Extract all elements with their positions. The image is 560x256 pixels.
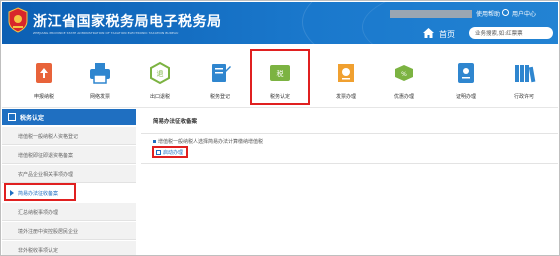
tax-recognition-icon: 税 <box>270 65 290 81</box>
svg-text:%: % <box>401 71 407 78</box>
printer-icon <box>90 63 110 84</box>
section-divider <box>2 107 558 108</box>
sidebar-item-agricultural[interactable]: 农产品企业相关事项办理 <box>2 165 136 183</box>
menu-item-export-refund[interactable]: 退 出口退税 <box>130 51 190 105</box>
menu-item-certificate[interactable]: 证明办理 <box>436 51 496 105</box>
home-link[interactable]: 首页 <box>439 29 455 40</box>
site-header: 浙江省国家税务局电子税务局 ZHEJIANG PROVINCE STATE AD… <box>2 2 558 44</box>
menu-item-tax-registration[interactable]: 税务登记 <box>190 51 250 105</box>
sidebar-item-non-foreign[interactable]: 非外税收事项认定 <box>2 241 136 255</box>
sidebar-item-simplified-levy[interactable]: 简易办法征收备案 <box>4 183 76 201</box>
sidebar-item-immediate-refund[interactable]: 增值税即征即退资格备案 <box>2 146 136 164</box>
menu-item-online-invoice[interactable]: 网络发票 <box>70 51 130 105</box>
site-title: 浙江省国家税务局电子税务局 <box>33 14 222 30</box>
svg-text:退: 退 <box>157 69 164 78</box>
menu-item-admin-license[interactable]: 行政许可 <box>494 51 554 105</box>
sidebar-item-consolidated[interactable]: 汇总纳税事项办理 <box>2 203 136 221</box>
search-input[interactable]: 业务搜索,如:红票票 <box>469 27 553 39</box>
certificate-icon <box>458 63 474 83</box>
browser-frame: 浙江省国家税务局电子税务局 ZHEJIANG PROVINCE STATE AD… <box>0 0 560 256</box>
tax-declaration-icon <box>36 63 52 83</box>
menu-item-invoice-handling[interactable]: 发票办理 <box>316 51 376 105</box>
page-title: 简易办法征收备案 <box>153 119 198 125</box>
registration-icon <box>212 64 231 82</box>
menu-item-tax-recognition[interactable]: 税 税务认定 <box>250 49 310 105</box>
user-icon[interactable] <box>502 9 509 16</box>
main-content: 简易办法征收备案 增值税一般纳税人选择简易办法计算缴纳增值税 启动办理 <box>141 109 558 255</box>
edit-icon <box>156 150 161 155</box>
title-divider <box>141 133 558 134</box>
export-refund-icon: 退 <box>150 61 170 85</box>
tax-emblem-icon <box>8 7 28 33</box>
user-name-redacted <box>390 10 472 18</box>
home-icon[interactable] <box>423 28 434 38</box>
user-center-link[interactable]: 用户中心 <box>512 9 536 18</box>
arrow-right-icon <box>10 190 14 196</box>
search-placeholder: 业务搜索,如:红票票 <box>475 31 523 37</box>
content-divider <box>141 163 558 164</box>
notice-text: 增值税一般纳税人选择简易办法计算缴纳增值税 <box>158 139 264 145</box>
discount-icon: % <box>395 65 413 81</box>
start-processing-button[interactable]: 启动办理 <box>152 146 188 158</box>
menu-item-tax-declaration[interactable]: 申报纳税 <box>14 51 74 105</box>
invoice-icon <box>338 64 354 82</box>
sidebar-heading: 税务认定 <box>2 109 136 125</box>
svg-text:税: 税 <box>277 69 284 78</box>
service-menu: 申报纳税 网络发票 退 出口退税 税务登记 税 税务认定 发票办理 % 优惠办理… <box>2 49 558 105</box>
sidebar-item-overseas[interactable]: 境外注册中资控股居民企业 <box>2 222 136 240</box>
menu-item-discount[interactable]: % 优惠办理 <box>374 51 434 105</box>
books-icon <box>515 65 536 83</box>
site-subtitle: ZHEJIANG PROVINCE STATE ADMINISTRATION O… <box>33 31 179 35</box>
help-link[interactable]: 使用帮助 <box>476 9 500 18</box>
sidebar: 税务认定 增值税一般纳税人资格登记 增值税即征即退资格备案 农产品企业相关事项办… <box>2 109 136 255</box>
bullet-icon <box>153 140 156 143</box>
list-icon <box>8 113 16 121</box>
sidebar-item-general-taxpayer[interactable]: 增值税一般纳税人资格登记 <box>2 127 136 145</box>
